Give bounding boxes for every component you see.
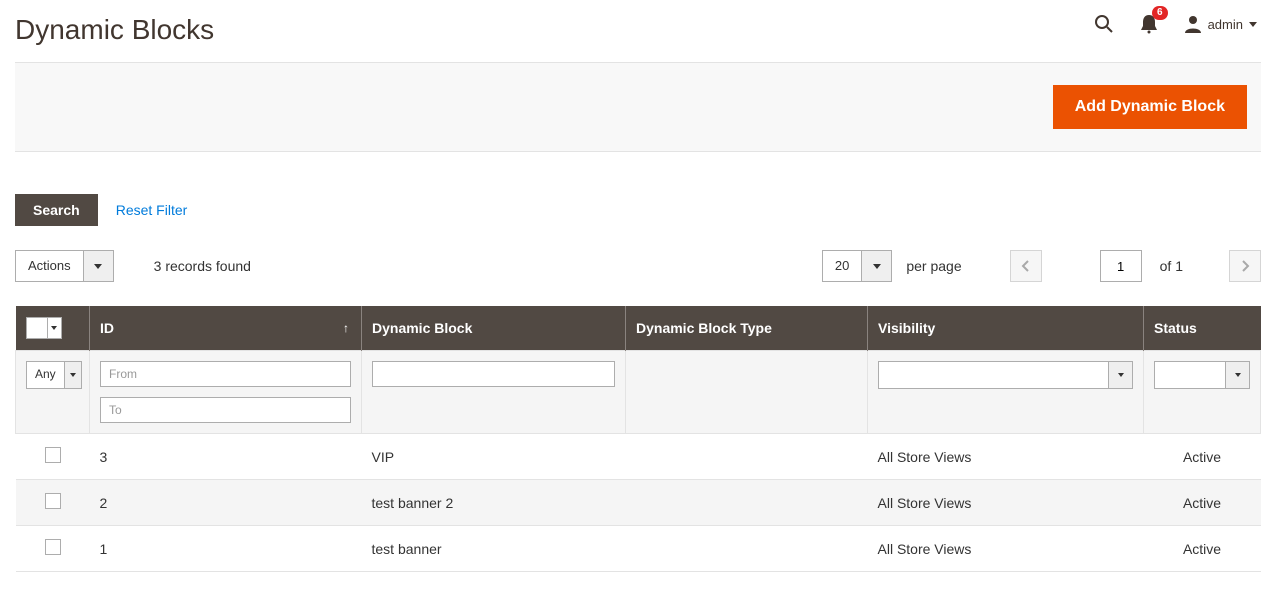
prev-page-button[interactable] xyxy=(1010,250,1042,282)
column-dynamic-block-type[interactable]: Dynamic Block Type xyxy=(626,306,868,351)
chevron-down-icon xyxy=(70,373,76,377)
column-id[interactable]: ID ↑ xyxy=(90,306,362,351)
search-button[interactable]: Search xyxy=(15,194,98,226)
cell-type xyxy=(626,480,868,526)
data-table: ID ↑ Dynamic Block Dynamic Block Type Vi… xyxy=(15,306,1261,572)
cell-status: Active xyxy=(1144,434,1261,480)
filter-id-from-input[interactable] xyxy=(100,361,351,387)
filter-visibility-select[interactable] xyxy=(878,361,1133,389)
sort-ascending-icon: ↑ xyxy=(343,321,349,335)
actions-select[interactable]: Actions xyxy=(15,250,114,282)
chevron-down-icon xyxy=(873,264,881,269)
header-actions: 6 admin xyxy=(1094,12,1261,34)
current-page-input[interactable] xyxy=(1100,250,1142,282)
column-visibility[interactable]: Visibility xyxy=(868,306,1144,351)
cell-block: VIP xyxy=(362,434,626,480)
per-page-label: per page xyxy=(906,258,961,274)
cell-id: 3 xyxy=(90,434,362,480)
search-row: Search Reset Filter xyxy=(15,194,1261,226)
cell-status: Active xyxy=(1144,526,1261,572)
search-icon[interactable] xyxy=(1094,14,1114,34)
cell-visibility: All Store Views xyxy=(868,526,1144,572)
user-icon xyxy=(1184,15,1202,33)
user-menu[interactable]: admin xyxy=(1184,15,1257,33)
select-all-dropdown[interactable] xyxy=(47,318,61,338)
filter-status-select[interactable] xyxy=(1154,361,1250,389)
filter-select-any[interactable]: Any xyxy=(26,361,82,389)
chevron-down-icon xyxy=(51,326,57,330)
cell-status: Active xyxy=(1144,480,1261,526)
column-dynamic-block[interactable]: Dynamic Block xyxy=(362,306,626,351)
next-page-button[interactable] xyxy=(1229,250,1261,282)
add-dynamic-block-button[interactable]: Add Dynamic Block xyxy=(1053,85,1247,129)
cell-type xyxy=(626,526,868,572)
cell-id: 2 xyxy=(90,480,362,526)
cell-visibility: All Store Views xyxy=(868,480,1144,526)
column-status[interactable]: Status xyxy=(1144,306,1261,351)
records-found: 3 records found xyxy=(154,258,251,274)
chevron-right-icon xyxy=(1240,260,1250,272)
page-size-select[interactable]: 20 xyxy=(822,250,892,282)
filter-id-to-input[interactable] xyxy=(100,397,351,423)
table-row[interactable]: 2test banner 2 All Store ViewsActive xyxy=(16,480,1261,526)
filter-block-input[interactable] xyxy=(372,361,615,387)
of-label: of 1 xyxy=(1156,258,1183,274)
reset-filter-link[interactable]: Reset Filter xyxy=(116,202,188,218)
filter-row: Any xyxy=(16,351,1261,434)
page-header: Dynamic Blocks 6 admin xyxy=(15,0,1261,62)
page-title: Dynamic Blocks xyxy=(15,12,214,62)
actions-select-label: Actions xyxy=(15,250,84,282)
page-size-value: 20 xyxy=(822,250,862,282)
chevron-down-icon xyxy=(1235,373,1241,377)
table-row[interactable]: 3VIP All Store ViewsActive xyxy=(16,434,1261,480)
action-bar: Add Dynamic Block xyxy=(15,62,1261,152)
chevron-down-icon xyxy=(1118,373,1124,377)
row-checkbox[interactable] xyxy=(45,493,61,509)
cell-id: 1 xyxy=(90,526,362,572)
chevron-down-icon xyxy=(1249,22,1257,27)
cell-block: test banner 2 xyxy=(362,480,626,526)
chevron-left-icon xyxy=(1021,260,1031,272)
cell-type xyxy=(626,434,868,480)
chevron-down-icon xyxy=(94,264,102,269)
username: admin xyxy=(1208,17,1243,32)
row-checkbox[interactable] xyxy=(45,539,61,555)
notification-badge: 6 xyxy=(1152,6,1168,20)
notifications-icon[interactable]: 6 xyxy=(1140,14,1158,34)
row-checkbox[interactable] xyxy=(45,447,61,463)
column-checkbox[interactable] xyxy=(16,306,90,351)
cell-visibility: All Store Views xyxy=(868,434,1144,480)
select-all-checkbox[interactable] xyxy=(30,321,44,335)
cell-block: test banner xyxy=(362,526,626,572)
toolbar: Actions 3 records found 20 per page of 1 xyxy=(15,250,1261,282)
table-row[interactable]: 1test banner All Store ViewsActive xyxy=(16,526,1261,572)
